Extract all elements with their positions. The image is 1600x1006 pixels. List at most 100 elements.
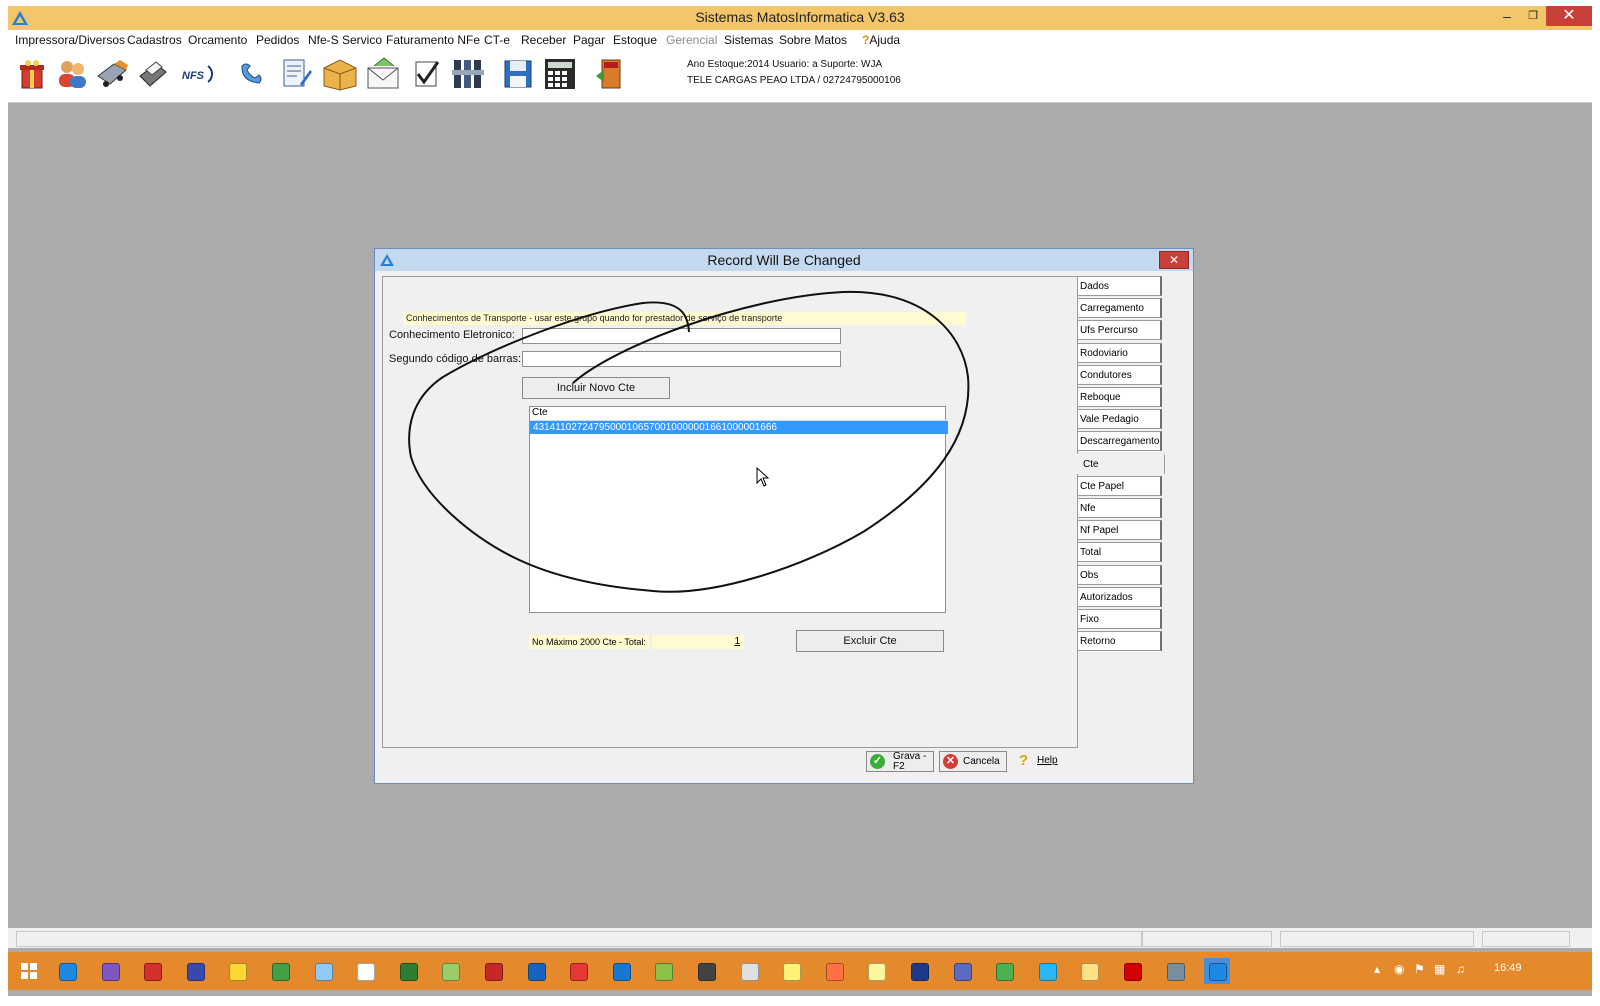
folder-share-glyph — [272, 963, 290, 981]
phone-icon[interactable] — [234, 56, 270, 92]
nfse-icon[interactable]: NFS — [178, 56, 218, 92]
virtualbox-icon[interactable] — [949, 958, 975, 984]
grava-button[interactable]: ✓ Grava - F2 — [866, 751, 934, 772]
circle-app-icon[interactable] — [736, 958, 762, 984]
network-tool-icon[interactable] — [224, 958, 250, 984]
tab-descarregamento[interactable]: Descarregamento — [1077, 431, 1162, 452]
tools-icon[interactable] — [450, 56, 486, 92]
notepad-icon[interactable] — [310, 958, 336, 984]
tray-network-icon[interactable]: ▦ — [1434, 962, 1445, 976]
terminal-icon[interactable] — [693, 958, 719, 984]
file-explorer-icon[interactable] — [1076, 958, 1102, 984]
package-icon[interactable] — [320, 56, 360, 92]
menu-cte[interactable]: CT-e — [484, 33, 510, 47]
tab-total[interactable]: Total — [1077, 542, 1162, 563]
tab-reboque[interactable]: Reboque — [1077, 387, 1162, 407]
acrobat-reader-icon[interactable] — [480, 958, 506, 984]
menu-impressora[interactable]: Impressora/Diversos — [15, 33, 125, 47]
menu-receber[interactable]: Receber — [521, 33, 566, 47]
tab-nfe[interactable]: Nfe — [1077, 498, 1162, 518]
matos-active-glyph — [1209, 963, 1228, 981]
visual-studio-icon[interactable] — [97, 958, 123, 984]
help-button[interactable]: ? Help — [1015, 751, 1065, 772]
matos-app-icon[interactable] — [608, 958, 634, 984]
floppy-disk-icon[interactable] — [500, 56, 536, 92]
web-app-2-icon[interactable] — [863, 958, 889, 984]
users-icon[interactable] — [54, 56, 90, 92]
tray-app-icon[interactable]: ◉ — [1394, 962, 1404, 976]
tray-expand-icon[interactable]: ▴ — [1374, 962, 1380, 976]
tray-flag-icon[interactable]: ⚑ — [1414, 962, 1425, 976]
skype-icon[interactable] — [1034, 958, 1060, 984]
ie-blue-icon[interactable] — [523, 958, 549, 984]
tab-rodoviario[interactable]: Rodoviario — [1077, 342, 1162, 363]
filezilla-icon[interactable] — [139, 958, 165, 984]
tab-obs[interactable]: Obs — [1077, 564, 1162, 585]
web-app-icon[interactable] — [778, 958, 804, 984]
tab-cte[interactable]: Cte — [1077, 453, 1165, 474]
menu-pedidos[interactable]: Pedidos — [256, 33, 299, 47]
printer-icon[interactable] — [134, 56, 170, 92]
spreadsheet-icon[interactable] — [395, 958, 421, 984]
db-tool-icon[interactable] — [906, 958, 932, 984]
exit-door-icon[interactable] — [592, 56, 628, 92]
menu-estoque[interactable]: Estoque — [613, 33, 657, 47]
tab-nf-papel[interactable]: Nf Papel — [1077, 520, 1162, 541]
grava-label: Grava - F2 — [893, 752, 926, 772]
folder-share-icon[interactable] — [267, 958, 293, 984]
remote-desktop-icon[interactable] — [182, 958, 208, 984]
menu-faturamento-nfe[interactable]: Faturamento NFe — [386, 33, 480, 47]
document-edit-icon[interactable] — [278, 56, 314, 92]
company-info: TELE CARGAS PEAO LTDA / 02724795000106 — [687, 75, 901, 86]
menu-ajuda-label: Ajuda — [869, 33, 901, 47]
menu-sobre-matos[interactable]: Sobre Matos — [779, 33, 847, 47]
tab-ufs-percurso[interactable]: Ufs Percurso — [1077, 320, 1162, 341]
gift-icon[interactable] — [14, 56, 50, 92]
menu-gerencial: Gerencial — [666, 33, 718, 47]
cancela-button[interactable]: ✕ Cancela — [939, 751, 1007, 772]
tab-retorno[interactable]: Retorno — [1077, 631, 1162, 652]
tab-carregamento[interactable]: Carregamento — [1077, 298, 1162, 319]
tab-condutores[interactable]: Condutores — [1077, 364, 1162, 385]
truck-icon[interactable] — [94, 56, 130, 92]
menu-nfes-servico[interactable]: Nfe-S Servico — [308, 33, 382, 47]
tab-dados[interactable]: Dados — [1077, 276, 1162, 296]
tab-vale-pedagio[interactable]: Vale Pedagio — [1077, 409, 1162, 430]
chrome-like-glyph — [357, 963, 376, 981]
minimize-button[interactable]: – — [1494, 6, 1520, 26]
tab-autorizados[interactable]: Autorizados — [1077, 586, 1162, 607]
opera-icon[interactable] — [565, 958, 591, 984]
internet-explorer-icon[interactable] — [54, 958, 80, 984]
dialog-close-button[interactable]: ✕ — [1159, 251, 1189, 269]
title-bar: Sistemas MatosInformatica V3.63 – ❐ ✕ — [8, 6, 1592, 30]
notepad-plus-icon[interactable] — [650, 958, 676, 984]
sql-tool-icon[interactable] — [1162, 958, 1188, 984]
firefox-icon[interactable] — [821, 958, 847, 984]
menu-cadastros[interactable]: Cadastros — [127, 33, 182, 47]
chrome-like-icon[interactable] — [352, 958, 378, 984]
tab-cte-papel[interactable]: Cte Papel — [1077, 475, 1162, 496]
close-button[interactable]: ✕ — [1546, 6, 1592, 26]
menu-sistemas[interactable]: Sistemas — [724, 33, 773, 47]
envelope-icon[interactable] — [364, 56, 404, 92]
matos-active-icon[interactable] — [1204, 958, 1231, 984]
remote-desktop-glyph — [186, 963, 205, 981]
help-icon: ? — [1019, 752, 1029, 769]
calculator-icon[interactable] — [542, 56, 578, 92]
cancela-label: Cancela — [963, 756, 1000, 767]
tab-fixo[interactable]: Fixo — [1077, 609, 1162, 629]
menu-pagar[interactable]: Pagar — [573, 33, 605, 47]
opera-glyph — [570, 963, 589, 981]
chrome-icon[interactable] — [991, 958, 1017, 984]
checklist-icon[interactable] — [408, 56, 444, 92]
menu-orcamento[interactable]: Orcamento — [188, 33, 247, 47]
pdf-icon[interactable] — [1119, 958, 1145, 984]
window-title: Sistemas MatosInformatica V3.63 — [695, 9, 905, 25]
menu-ajuda[interactable]: ?Ajuda — [862, 33, 900, 47]
tray-volume-icon[interactable]: ♫ — [1456, 962, 1465, 976]
android-icon[interactable] — [437, 958, 463, 984]
restore-button[interactable]: ❐ — [1520, 6, 1546, 26]
start-windows-icon[interactable] — [16, 958, 42, 984]
status-segment-main — [16, 931, 1142, 947]
taskbar-clock[interactable]: 16:49 — [1494, 962, 1522, 974]
